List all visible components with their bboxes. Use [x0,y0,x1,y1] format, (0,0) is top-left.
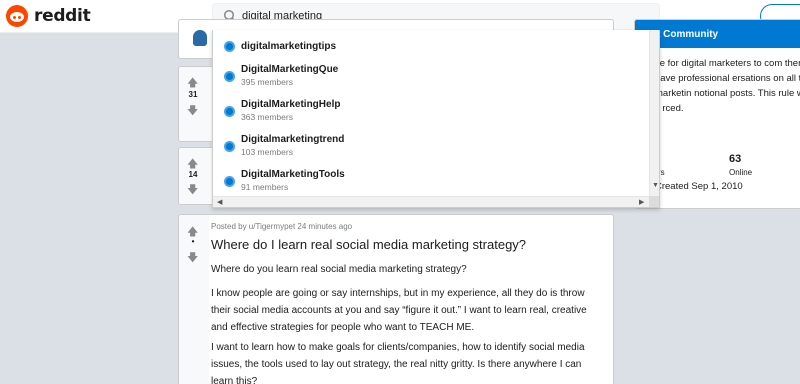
suggestion-name: digitalmarketingtips [241,41,337,52]
reddit-logo[interactable]: reddit [6,5,91,27]
horizontal-scrollbar[interactable]: ◀ ▶ [213,196,649,207]
scroll-right-icon[interactable]: ▶ [639,198,644,206]
post-meta[interactable]: Posted by u/Tigermypet 24 minutes ago [211,222,352,231]
suggestion-item[interactable]: DigitalMarketingHelp 363 members [213,95,649,130]
subreddit-icon [224,41,235,52]
suggestion-members: 363 members [241,112,293,122]
scroll-left-icon[interactable]: ◀ [217,198,222,206]
subreddit-icon [224,141,235,152]
vote-count: 14 [188,170,198,179]
search-suggestions-dropdown: digitalmarketingtips DigitalMarketingQue… [212,30,660,208]
online-count: 63 [729,153,742,165]
vote-count: 31 [188,90,198,99]
suggestion-name: DigitalMarketingTools [241,169,345,180]
suggestion-item[interactable]: digitalmarketingtips [213,32,649,60]
vote-column: 🡅 14 🡇 [179,148,209,204]
suggestion-item[interactable]: DigitalMarketingTools 91 members [213,165,649,196]
reddit-alien-icon [6,5,28,27]
vote-count: • [191,237,195,246]
created-date: Created Sep 1, 2010 [655,181,743,192]
suggestion-members: 395 members [241,77,293,87]
suggestion-item[interactable]: Digitalmarketingtrend 103 members [213,130,649,165]
post-title[interactable]: Where do I learn real social media marke… [211,237,526,252]
suggestion-name: Digitalmarketingtrend [241,134,345,145]
suggestion-name: DigitalMarketingQue [241,64,339,75]
community-description: ce for digital marketers to com ther to … [655,58,800,114]
logo-text: reddit [34,6,91,26]
vote-column: 🡅 31 🡇 [179,67,209,141]
user-avatar-icon [193,30,207,46]
subreddit-icon [224,176,235,187]
downvote-icon[interactable]: 🡇 [187,181,198,200]
post-body-paragraph: Where do you learn real social media mar… [211,264,467,275]
post-body-paragraph: I know people are going or say internshi… [211,288,587,333]
vote-column: 🡅 • 🡇 [179,215,209,384]
suggestion-name: DigitalMarketingHelp [241,99,341,110]
scroll-down-icon[interactable]: ▼ [652,182,659,189]
suggestion-item[interactable]: DigitalMarketingQue 395 members [213,60,649,95]
post-card[interactable]: 🡅 • 🡇 Posted by u/Tigermypet 24 minutes … [178,214,614,384]
online-label: Online [729,168,753,177]
suggestion-members: 91 members [241,182,289,192]
subreddit-icon [224,106,235,117]
subreddit-icon [224,71,235,82]
scrollbar-corner [649,196,659,207]
downvote-icon[interactable]: 🡇 [187,249,198,268]
post-body-paragraph: I want to learn how to make goals for cl… [211,342,585,384]
suggestion-members: 103 members [241,147,293,157]
downvote-icon[interactable]: 🡇 [187,102,198,121]
vertical-scrollbar[interactable]: ▼ [649,30,659,196]
sidebar-title: t Community [657,29,719,40]
